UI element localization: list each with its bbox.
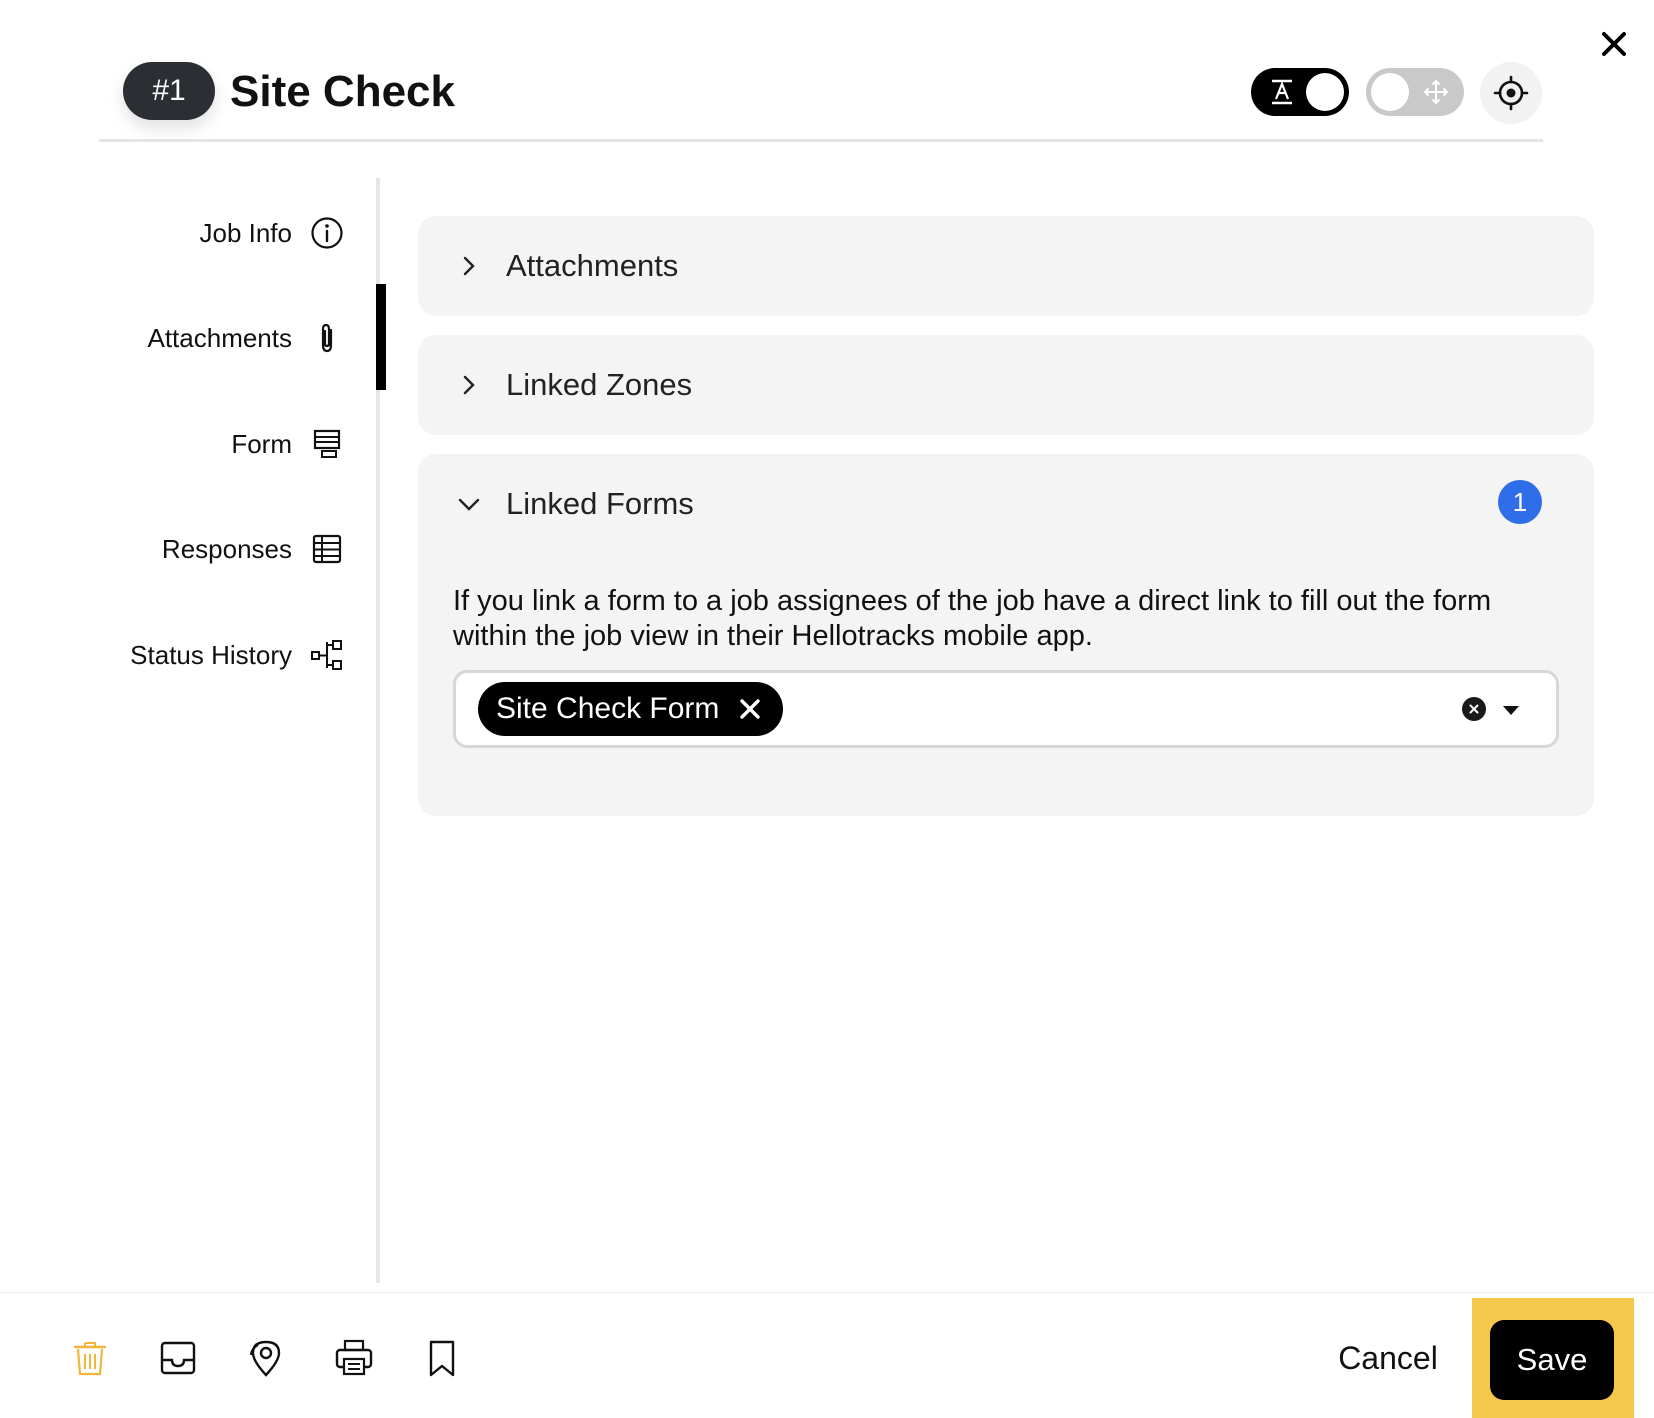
- close-icon: [740, 699, 761, 719]
- move-toggle[interactable]: [1366, 68, 1464, 116]
- sidebar-item-label: Status History: [130, 639, 292, 670]
- chevron-right-icon: [452, 249, 486, 283]
- sidebar-item-responses[interactable]: Responses: [162, 524, 344, 574]
- dropdown-toggle[interactable]: [1500, 699, 1522, 721]
- footer-divider: [0, 1292, 1654, 1293]
- bookmark-icon: [429, 1340, 455, 1377]
- text-toggle-icon: [1267, 77, 1297, 107]
- sidebar-item-label: Form: [231, 428, 292, 459]
- sidebar-item-attachments[interactable]: Attachments: [147, 313, 344, 363]
- archive-button[interactable]: [156, 1336, 200, 1380]
- chip-label: Site Check Form: [496, 692, 720, 725]
- chip-remove-button[interactable]: [737, 696, 763, 722]
- delete-button[interactable]: [68, 1336, 112, 1380]
- chevron-right-icon: [452, 368, 486, 402]
- sidebar-item-form[interactable]: Form: [231, 419, 344, 469]
- caret-down-icon: [1503, 706, 1519, 715]
- bookmark-button[interactable]: [420, 1336, 464, 1380]
- toggle-knob: [1371, 73, 1409, 111]
- location-pin-icon: [250, 1340, 281, 1377]
- sidebar-item-label: Attachments: [147, 322, 292, 353]
- selected-form-chip: Site Check Form: [478, 682, 784, 736]
- paperclip-icon: [310, 321, 344, 355]
- linked-zones-panel: Linked Zones: [418, 335, 1594, 435]
- hierarchy-icon: [310, 638, 344, 672]
- location-button[interactable]: [244, 1336, 288, 1380]
- attachments-panel: Attachments: [418, 216, 1594, 316]
- close-button[interactable]: [1594, 24, 1634, 64]
- chevron-down-icon: [452, 487, 486, 521]
- print-button[interactable]: [332, 1336, 376, 1380]
- linked-forms-description: If you link a form to a job assignees of…: [453, 585, 1492, 652]
- panel-title: Linked Forms: [506, 486, 694, 521]
- sidebar-item-label: Responses: [161, 533, 292, 564]
- close-icon: [1602, 32, 1626, 56]
- inbox-icon: [160, 1341, 196, 1375]
- page-title: Site Check: [230, 67, 455, 116]
- panel-title: Attachments: [506, 248, 679, 283]
- linked-forms-count-badge: 1: [1498, 480, 1542, 524]
- clear-selection-button[interactable]: [1462, 697, 1486, 721]
- info-icon: [310, 216, 344, 250]
- sidebar-item-label: Job Info: [199, 217, 292, 248]
- linked-zones-panel-header[interactable]: Linked Zones: [418, 335, 1594, 435]
- table-icon: [310, 532, 344, 566]
- linked-forms-select[interactable]: Site Check Form: [453, 670, 1559, 748]
- text-toggle[interactable]: [1251, 68, 1349, 116]
- save-button[interactable]: Save: [1490, 1320, 1614, 1400]
- attachments-panel-header[interactable]: Attachments: [418, 216, 1594, 316]
- job-detail-dialog: #1 Site Check Job Info Attachments Form …: [0, 0, 1654, 1418]
- header-divider: [99, 139, 1543, 142]
- linked-forms-panel-header[interactable]: Linked Forms: [418, 454, 1594, 554]
- locate-icon: [1493, 75, 1529, 111]
- toggle-knob: [1306, 73, 1344, 111]
- form-icon: [310, 427, 344, 461]
- job-number-badge: #1: [123, 62, 215, 120]
- locate-button[interactable]: [1480, 62, 1542, 124]
- sidebar-item-job-info[interactable]: Job Info: [199, 208, 344, 258]
- clear-icon: [1469, 704, 1479, 714]
- sidebar-active-indicator: [376, 284, 386, 390]
- linked-forms-panel: Linked Forms 1 If you link a form to a j…: [418, 454, 1594, 816]
- panel-title: Linked Zones: [506, 367, 693, 402]
- move-toggle-icon: [1422, 78, 1450, 106]
- sidebar-item-status-history[interactable]: Status History: [130, 630, 344, 680]
- trash-icon: [73, 1342, 107, 1376]
- print-icon: [335, 1339, 373, 1376]
- cancel-button[interactable]: Cancel: [1328, 1330, 1448, 1386]
